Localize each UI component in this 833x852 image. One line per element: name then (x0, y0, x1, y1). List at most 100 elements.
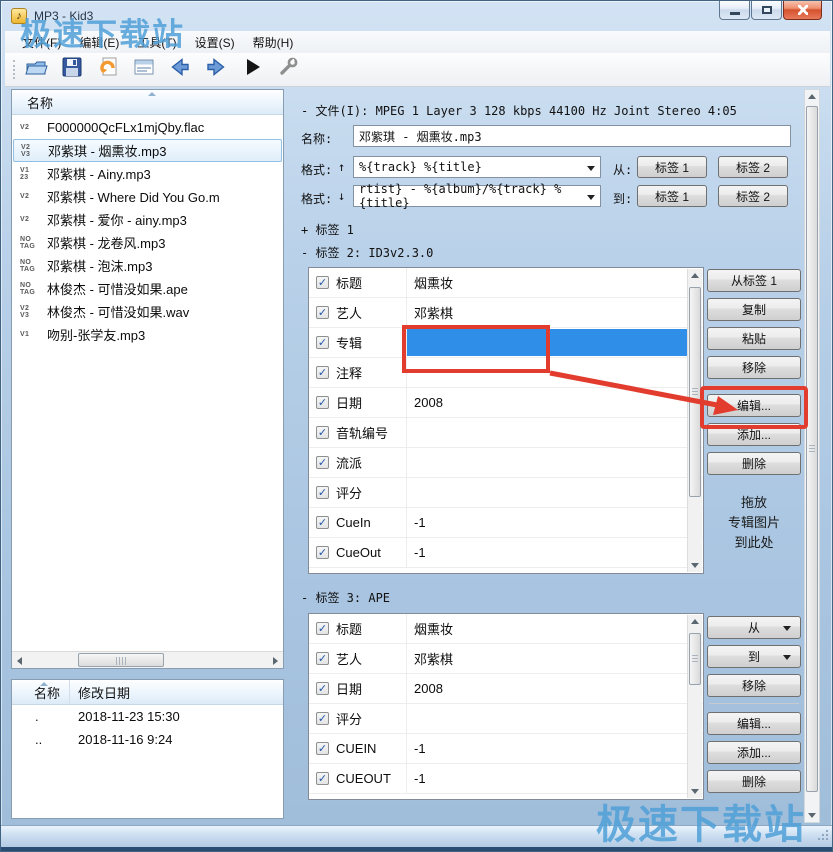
configure-button[interactable] (273, 55, 302, 84)
tag-field-row[interactable]: ✓CueIn-1 (309, 508, 703, 538)
tag-field-row[interactable]: ✓CUEOUT-1 (309, 764, 703, 794)
field-checkbox[interactable]: ✓ (316, 546, 329, 559)
tag-field-row[interactable]: ✓标题烟熏妆 (309, 614, 703, 644)
file-list-item[interactable]: NOTAG邓紫棋 - 泡沫.mp3 (13, 254, 282, 277)
scroll-right-button[interactable] (273, 657, 278, 665)
play-button[interactable] (237, 55, 266, 84)
scroll-up-button[interactable] (808, 94, 816, 99)
revert-button[interactable] (93, 55, 122, 84)
file-list-header[interactable]: 名称 (12, 90, 283, 115)
file-list-item[interactable]: V2邓紫棋 - Where Did You Go.m (13, 185, 282, 208)
album-art-drop-area[interactable]: 拖放专辑图片到此处 (707, 493, 801, 553)
tag-field-row[interactable]: ✓注释 (309, 358, 703, 388)
field-checkbox[interactable]: ✓ (316, 772, 329, 785)
field-value[interactable]: -1 (414, 741, 686, 756)
tag-field-row[interactable]: ✓CUEIN-1 (309, 734, 703, 764)
filename-input[interactable]: 邓紫琪 - 烟熏妆.mp3 (353, 125, 791, 147)
scroll-down-button[interactable] (808, 813, 816, 818)
menu-item-edit[interactable]: 编辑(E) (70, 31, 128, 54)
tag-field-row[interactable]: ✓标题烟熏妆 (309, 268, 703, 298)
maximize-button[interactable] (751, 1, 782, 20)
file-section-header[interactable]: - 文件(I): MPEG 1 Layer 3 128 kbps 44100 H… (301, 102, 737, 119)
field-value[interactable]: 邓紫棋 (414, 649, 686, 668)
field-value[interactable]: -1 (414, 545, 686, 560)
next-file-button[interactable] (201, 55, 230, 84)
toolbar-grip[interactable] (13, 60, 15, 79)
tag2-section-header[interactable]: - 标签 2: ID3v2.3.0 (301, 244, 433, 261)
scrollbar-thumb[interactable] (806, 106, 818, 792)
copy-button[interactable]: 复制 (707, 298, 801, 321)
tag-field-row[interactable]: ✓流派 (309, 448, 703, 478)
file-list-item[interactable]: V1吻别-张学友.mp3 (13, 323, 282, 346)
file-list-item[interactable]: V2邓紫棋 - 爱你 - ainy.mp3 (13, 208, 282, 231)
to-tag1-button[interactable]: 标签 1 (637, 185, 707, 207)
file-list-item[interactable]: NOTAG邓紫棋 - 龙卷风.mp3 (13, 231, 282, 254)
remove-button[interactable]: 移除 (707, 674, 801, 697)
horizontal-scrollbar[interactable] (12, 651, 283, 668)
file-list-item[interactable]: NOTAG林俊杰 - 可惜没如果.ape (13, 277, 282, 300)
tag1-section-header[interactable]: + 标签 1 (301, 221, 354, 238)
field-value[interactable]: 2008 (414, 395, 686, 410)
chevron-down-icon[interactable] (587, 166, 595, 175)
to-dropdown-button[interactable]: 到 (707, 645, 801, 668)
folder-row[interactable]: .2018-11-23 15:30 (12, 705, 283, 728)
field-value[interactable]: 邓紫棋 (414, 303, 686, 322)
file-list-item[interactable]: V123邓紫棋 - Ainy.mp3 (13, 162, 282, 185)
field-checkbox[interactable]: ✓ (316, 712, 329, 725)
field-value[interactable]: -1 (414, 515, 686, 530)
edit-button[interactable]: 编辑... (707, 712, 801, 735)
from-tag2-button[interactable]: 标签 2 (718, 156, 788, 178)
field-value[interactable]: -1 (414, 771, 686, 786)
tag-field-row[interactable]: ✓专辑 (309, 328, 703, 358)
tag2-scrollbar[interactable] (687, 269, 702, 572)
field-checkbox[interactable]: ✓ (316, 682, 329, 695)
remove-button[interactable]: 移除 (707, 356, 801, 379)
modified-date-column-header[interactable]: 修改日期 (70, 680, 130, 704)
menu-item-help[interactable]: 帮助(H) (244, 31, 303, 54)
tag-field-row[interactable]: ✓CueOut-1 (309, 538, 703, 568)
tag-field-row[interactable]: ✓评分 (309, 704, 703, 734)
field-value[interactable]: 2008 (414, 681, 686, 696)
field-checkbox[interactable]: ✓ (316, 486, 329, 499)
previous-file-button[interactable] (165, 55, 194, 84)
tag-field-row[interactable]: ✓艺人邓紫棋 (309, 644, 703, 674)
folder-row[interactable]: ..2018-11-16 9:24 (12, 728, 283, 751)
format-from-filename-combo[interactable]: %{track} %{title} (353, 156, 601, 178)
from-dropdown-button[interactable]: 从 (707, 616, 801, 639)
tag-field-row[interactable]: ✓音轨编号 (309, 418, 703, 448)
paste-button[interactable]: 粘贴 (707, 327, 801, 350)
file-list-button[interactable] (129, 55, 158, 84)
file-list-item[interactable]: V2F000000QcFLx1mjQby.flac (13, 116, 282, 139)
minimize-button[interactable] (719, 1, 750, 20)
field-checkbox[interactable]: ✓ (316, 622, 329, 635)
chevron-down-icon[interactable] (587, 195, 595, 204)
scroll-down-button[interactable] (691, 563, 699, 568)
save-button[interactable] (57, 55, 86, 84)
field-checkbox[interactable]: ✓ (316, 426, 329, 439)
from-tag1-button[interactable]: 从标签 1 (707, 269, 801, 292)
tag3-section-header[interactable]: - 标签 3: APE (301, 589, 390, 606)
scroll-down-button[interactable] (691, 789, 699, 794)
menu-item-file[interactable]: 文件(F) (13, 31, 70, 54)
field-checkbox[interactable]: ✓ (316, 336, 329, 349)
field-checkbox[interactable]: ✓ (316, 516, 329, 529)
file-list-item[interactable]: V2V3林俊杰 - 可惜没如果.wav (13, 300, 282, 323)
add-button[interactable]: 添加... (707, 741, 801, 764)
scrollbar-thumb[interactable] (78, 653, 164, 667)
from-tag1-button[interactable]: 标签 1 (637, 156, 707, 178)
field-checkbox[interactable]: ✓ (316, 276, 329, 289)
menu-item-settings[interactable]: 设置(S) (186, 31, 244, 54)
to-tag2-button[interactable]: 标签 2 (718, 185, 788, 207)
field-checkbox[interactable]: ✓ (316, 652, 329, 665)
field-checkbox[interactable]: ✓ (316, 366, 329, 379)
tag-field-row[interactable]: ✓日期2008 (309, 388, 703, 418)
close-button[interactable] (783, 1, 822, 20)
add-button[interactable]: 添加... (707, 423, 801, 446)
field-checkbox[interactable]: ✓ (316, 456, 329, 469)
tag-field-row[interactable]: ✓评分 (309, 478, 703, 508)
field-checkbox[interactable]: ✓ (316, 396, 329, 409)
file-list-item[interactable]: V2V3邓紫琪 - 烟熏妆.mp3 (13, 139, 282, 162)
scroll-up-button[interactable] (691, 273, 699, 278)
delete-button[interactable]: 删除 (707, 770, 801, 793)
delete-button[interactable]: 删除 (707, 452, 801, 475)
